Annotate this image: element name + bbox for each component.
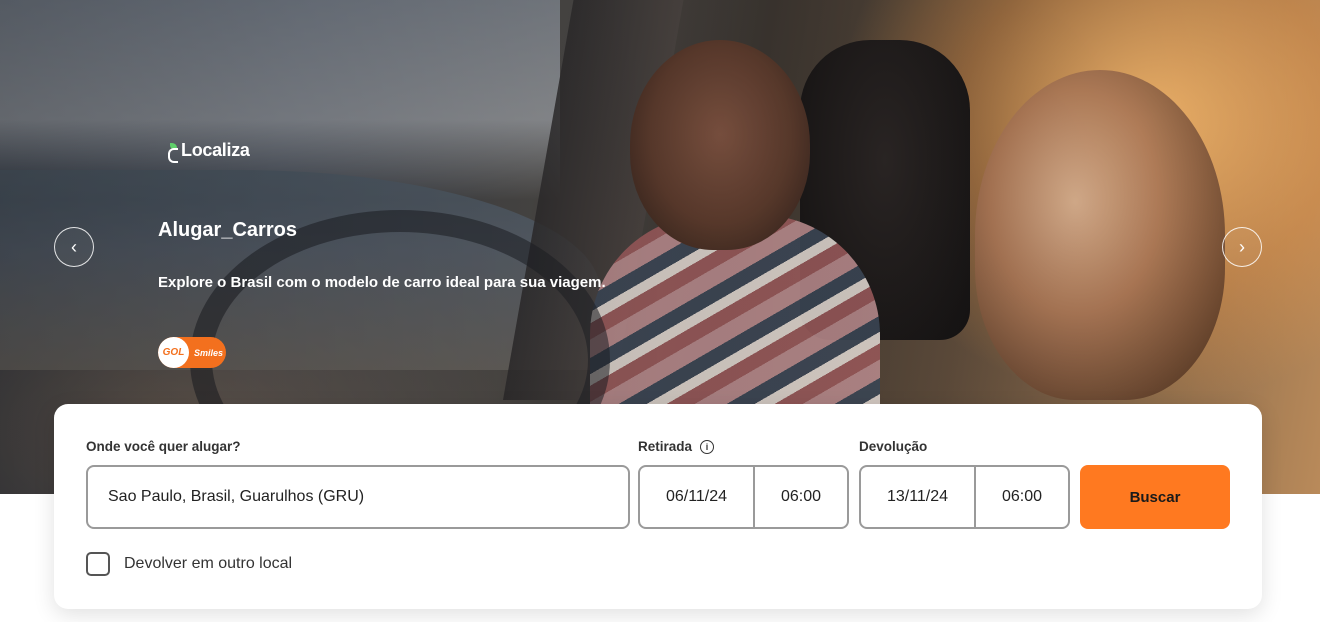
dropoff-time-value: 06:00 bbox=[1001, 488, 1043, 505]
partner-badge: GOL Smiles bbox=[158, 337, 226, 368]
pickup-datetime-field: 06/11/24 06:00 bbox=[638, 465, 849, 529]
location-input[interactable]: Sao Paulo, Brasil, Guarulhos (GRU) bbox=[86, 465, 630, 529]
pickup-time-input[interactable]: 06:00 bbox=[755, 467, 847, 527]
pickup-time-value: 06:00 bbox=[780, 488, 822, 505]
dropoff-date-value: 13/11/24 bbox=[886, 488, 949, 505]
chevron-right-icon: › bbox=[1239, 236, 1245, 257]
info-icon[interactable]: i bbox=[700, 439, 715, 454]
pickup-date-input[interactable]: 06/11/24 bbox=[640, 467, 755, 527]
smiles-logo: Smiles bbox=[194, 347, 224, 358]
return-other-location-label: Devolver em outro local bbox=[124, 555, 293, 572]
brand-logo: Localiza bbox=[168, 140, 250, 163]
dropoff-date-input[interactable]: 13/11/24 bbox=[861, 467, 976, 527]
pickup-label: Retirada i bbox=[638, 439, 715, 454]
hero-title: Alugar_Carros bbox=[158, 219, 297, 241]
leaf-icon bbox=[168, 142, 178, 163]
location-value: Sao Paulo, Brasil, Guarulhos (GRU) bbox=[108, 488, 365, 505]
chevron-left-icon: ‹ bbox=[71, 236, 77, 257]
dropoff-datetime-field: 13/11/24 06:00 bbox=[859, 465, 1070, 529]
brand-name: Localiza bbox=[181, 140, 250, 160]
search-button[interactable]: Buscar bbox=[1080, 465, 1230, 529]
hero-subtitle: Explore o Brasil com o modelo de carro i… bbox=[158, 274, 606, 291]
return-other-location-checkbox[interactable] bbox=[86, 552, 110, 576]
search-card: Onde você quer alugar? Retirada i Devolu… bbox=[54, 404, 1262, 609]
dropoff-label: Devolução bbox=[859, 439, 927, 454]
pickup-date-value: 06/11/24 bbox=[665, 488, 728, 505]
return-other-location-option[interactable]: Devolver em outro local bbox=[86, 552, 292, 576]
carousel-prev-button[interactable]: ‹ bbox=[54, 227, 94, 267]
location-label: Onde você quer alugar? bbox=[86, 439, 241, 454]
location-label-text: Onde você quer alugar? bbox=[86, 439, 241, 454]
dropoff-label-text: Devolução bbox=[859, 439, 928, 454]
page: Localiza Alugar_Carros Explore o Brasil … bbox=[0, 0, 1320, 622]
dropoff-time-input[interactable]: 06:00 bbox=[976, 467, 1068, 527]
gol-logo: GOL bbox=[158, 337, 189, 368]
pickup-label-text: Retirada bbox=[638, 439, 693, 454]
carousel-next-button[interactable]: › bbox=[1222, 227, 1262, 267]
